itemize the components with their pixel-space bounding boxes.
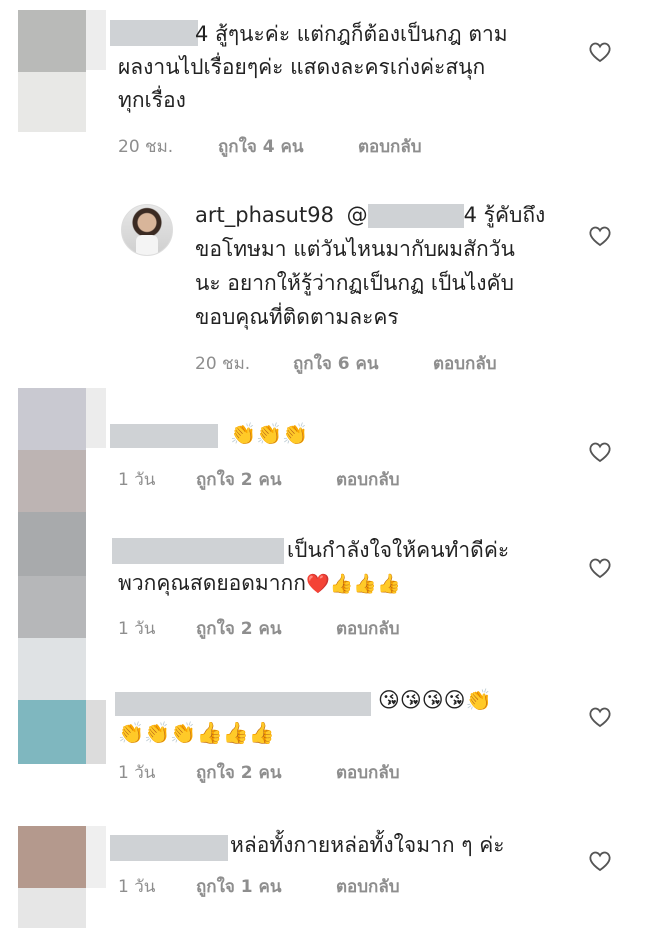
blurred-avatar [18, 638, 86, 700]
blurred-avatar [18, 450, 86, 512]
blurred-mention [367, 204, 464, 228]
blurred-avatar [18, 10, 86, 72]
likes-count[interactable]: ถูกใจ 2 คน [196, 759, 282, 786]
blurred-avatar [18, 72, 86, 132]
reply-button[interactable]: ตอบกลับ [358, 133, 422, 160]
blurred-avatar [86, 10, 106, 70]
likes-count[interactable]: ถูกใจ 4 คน [218, 133, 304, 160]
comment-time: 20 ชม. [195, 354, 251, 374]
comment-emojis: 👏👏👏👍👍👍 [118, 721, 275, 745]
likes-count[interactable]: ถูกใจ 2 คน [196, 466, 282, 493]
blurred-avatar [18, 826, 86, 888]
blurred-username [115, 692, 371, 716]
comment-text-line: 4 สู้ๆนะค่ะ แต่กฎก็ต้องเป็นกฎ ตาม [195, 22, 508, 46]
comment-emojis: 👏👏👏 [230, 422, 309, 446]
username[interactable]: art_phasut98 [195, 203, 334, 227]
comment-meta: 1 วัน ถูกใจ 2 คน ตอบกลับ [118, 466, 518, 490]
comment-meta: 20 ชม. ถูกใจ 4 คน ตอบกลับ [118, 133, 518, 157]
comment-time: 1 วัน [118, 470, 156, 490]
blurred-username [110, 835, 228, 861]
likes-count[interactable]: ถูกใจ 6 คน [293, 350, 379, 377]
comment-text-line: ผลงานไปเรื่อยๆค่ะ แสดงละครเก่งค่ะสนุก [118, 55, 486, 79]
heart-outline-icon[interactable] [588, 557, 612, 579]
blurred-username [110, 20, 198, 46]
comment-emojis: ❤️👍👍👍 [305, 573, 401, 595]
blurred-avatar [86, 388, 106, 448]
blurred-avatar [86, 700, 106, 764]
avatar[interactable] [121, 204, 173, 256]
comment-meta: 1 วัน ถูกใจ 1 คน ตอบกลับ [118, 873, 518, 897]
comment-time: 1 วัน [118, 877, 156, 897]
censored-avatar-strip [0, 0, 110, 928]
blurred-avatar [86, 826, 106, 888]
comment-meta: 20 ชม. ถูกใจ 6 คน ตอบกลับ [195, 350, 575, 374]
comment-first-line: art_phasut98 @4 รู้คับถึง [195, 199, 545, 232]
comment-text-line: ขอโทษมา แต่วันไหนมากับผมสักวัน [195, 237, 515, 261]
comment-text: พวกคุณสดยอดมากก [118, 571, 306, 595]
heart-outline-icon[interactable] [588, 225, 612, 247]
comment-text-line: หล่อทั้งกายหล่อทั้งใจมาก ๆ ค่ะ [230, 833, 505, 857]
mention-prefix: @ [346, 203, 368, 227]
comment-meta: 1 วัน ถูกใจ 2 คน ตอบกลับ [118, 615, 518, 639]
comment-text-line: ขอบคุณที่ติดตามละคร [195, 305, 399, 329]
blurred-avatar [18, 888, 86, 928]
heart-outline-icon[interactable] [588, 441, 612, 463]
comment-text-line: พวกคุณสดยอดมากก❤️👍👍👍 [118, 567, 401, 601]
comment-text-line: ทุกเรื่อง [118, 88, 186, 112]
blurred-avatar [18, 700, 86, 764]
reply-button[interactable]: ตอบกลับ [336, 759, 400, 786]
comment-text-line: เป็นกำลังใจให้คนทำดีค่ะ [287, 538, 510, 562]
blurred-avatar [18, 388, 86, 450]
mention-suffix: 4 รู้คับถึง [463, 203, 546, 227]
blurred-avatar [18, 576, 86, 638]
blurred-username [110, 424, 218, 448]
blurred-avatar [18, 512, 86, 576]
comment-text-line: นะ อยากให้รู้ว่ากฏเป็นกฏ เป็นไงคับ [195, 271, 514, 295]
blurred-username [112, 538, 284, 564]
comment-emojis: 😘😘😘😘👏 [378, 688, 492, 712]
heart-outline-icon[interactable] [588, 850, 612, 872]
comment-meta: 1 วัน ถูกใจ 2 คน ตอบกลับ [118, 759, 518, 783]
likes-count[interactable]: ถูกใจ 1 คน [196, 873, 282, 900]
reply-button[interactable]: ตอบกลับ [433, 350, 497, 377]
reply-button[interactable]: ตอบกลับ [336, 873, 400, 900]
reply-button[interactable]: ตอบกลับ [336, 615, 400, 642]
reply-button[interactable]: ตอบกลับ [336, 466, 400, 493]
likes-count[interactable]: ถูกใจ 2 คน [196, 615, 282, 642]
heart-outline-icon[interactable] [588, 706, 612, 728]
comment-time: 1 วัน [118, 763, 156, 783]
comment-time: 20 ชม. [118, 137, 174, 157]
heart-outline-icon[interactable] [588, 41, 612, 63]
comment-time: 1 วัน [118, 619, 156, 639]
